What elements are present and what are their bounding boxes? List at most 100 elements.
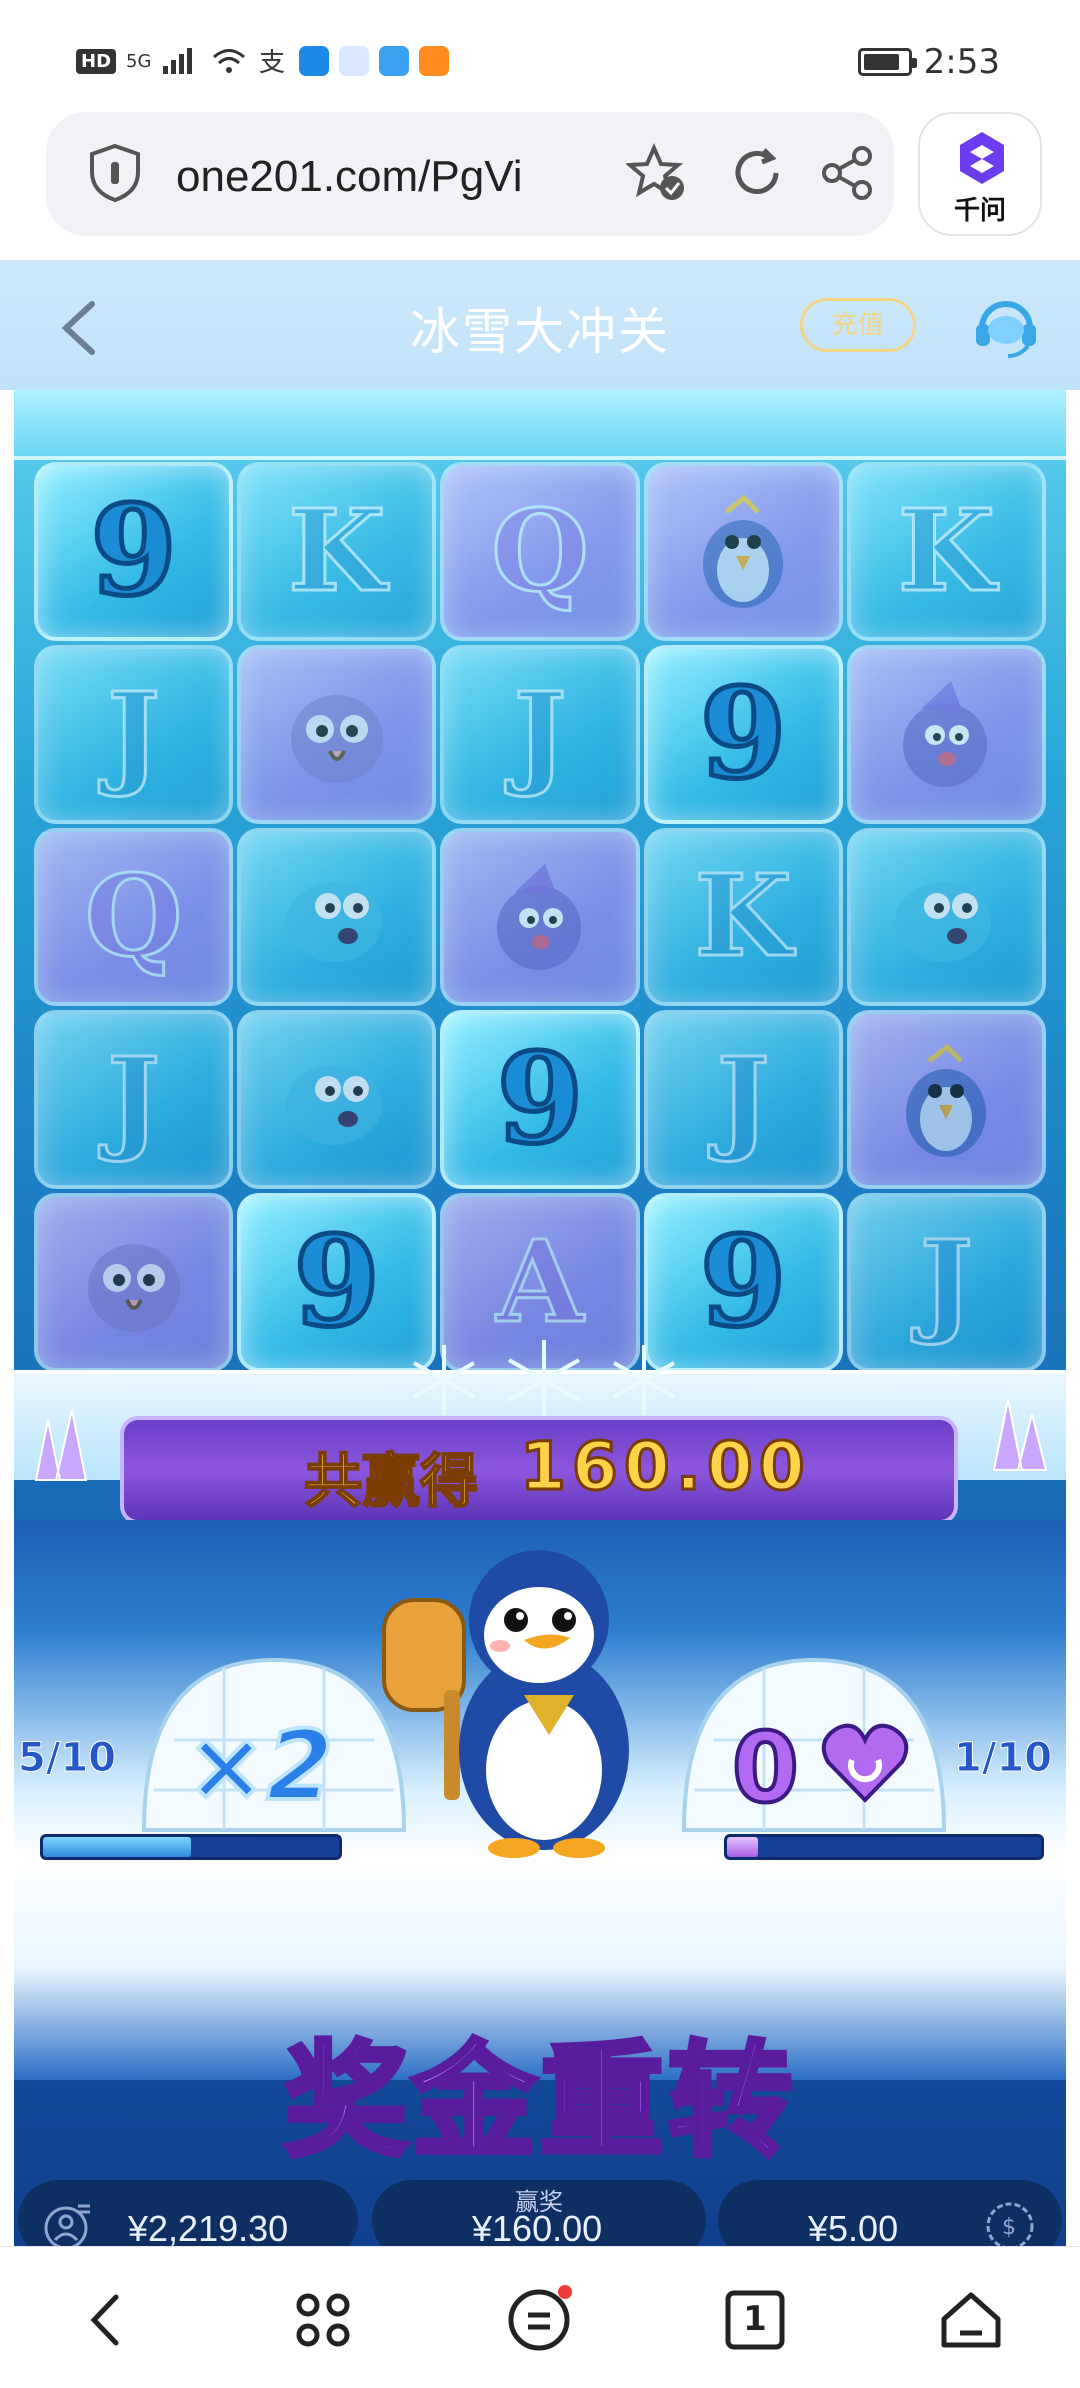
game-canvas[interactable]: 9KQKJJ9QKJ9J9A9J 共赢得 160.00 5/10 ×2 0 1/… <box>14 390 1066 2246</box>
multiplier-progress-label: 5/10 <box>17 1735 117 1782</box>
reel-tile <box>846 644 1046 824</box>
share-icon[interactable] <box>816 142 878 204</box>
pufferfish-symbol-icon <box>895 881 992 962</box>
battery-icon <box>857 48 917 76</box>
reel-tile: K <box>846 462 1046 641</box>
reel-symbol: K <box>693 850 793 984</box>
reel-tile <box>846 1010 1046 1190</box>
qianwen-icon <box>960 132 1004 184</box>
url-text[interactable]: one201.com/PgVi <box>176 152 596 202</box>
app-notification-icon <box>299 46 330 76</box>
account-icon[interactable] <box>42 2200 94 2246</box>
reel-tile <box>237 1010 437 1190</box>
notification-dot <box>558 2285 572 2299</box>
battery-level <box>863 54 900 70</box>
nav-back-icon[interactable] <box>72 2285 142 2355</box>
reel-symbol: J <box>106 1033 162 1167</box>
reel-tile: J <box>643 1010 843 1190</box>
reel-tile <box>440 827 640 1007</box>
penguin-chick-symbol-icon <box>906 1043 987 1157</box>
heart-progress-bar <box>724 1834 1044 1860</box>
status-bar: HD 5G 支 2:53 <box>0 0 1080 110</box>
win-pill: 赢奖 ¥160.00 <box>372 2180 706 2246</box>
total-win-label: 共赢得 <box>303 1446 479 1516</box>
pufferfish-symbol-icon <box>285 1064 382 1145</box>
game-header: 冰雪大冲关 充值 <box>0 260 1080 390</box>
reel-symbol: J <box>715 1033 771 1167</box>
bet-coin-icon[interactable]: $ <box>984 2200 1036 2246</box>
message-app-icon <box>379 46 410 76</box>
alipay-icon: 支 <box>259 48 285 76</box>
win-amount: ¥160.00 <box>472 2208 603 2246</box>
shield-icon[interactable] <box>86 142 144 204</box>
owl-symbol-icon <box>290 695 383 784</box>
nav-home-icon[interactable] <box>936 2285 1006 2355</box>
reel-tile: J <box>34 1010 234 1190</box>
penguin-mascot-icon <box>382 1550 629 1858</box>
page: HD 5G 支 2:53 one201.com/PgVi 千问 冰雪大冲关 充值 <box>0 0 1080 2388</box>
svg-text:支: 支 <box>259 48 285 76</box>
multiplier-progress-fill <box>43 1837 191 1857</box>
reel-grid: 9KQKJJ9QKJ9J9A9J <box>34 462 1046 1372</box>
reel-tile <box>846 827 1046 1007</box>
puffin-symbol-icon <box>903 681 988 788</box>
reel-tile: J <box>440 644 640 824</box>
heart-counter-value: 0 <box>730 1710 801 1826</box>
reel-tile <box>643 462 843 641</box>
penguin-chick-symbol-icon <box>703 495 784 609</box>
recharge-button[interactable]: 充值 <box>800 298 916 352</box>
reel-tile: 9 <box>643 644 843 824</box>
ice-ledge <box>14 390 1066 460</box>
svg-text:$: $ <box>1002 2215 1016 2240</box>
reel-tile: J <box>846 1193 1046 1372</box>
reel-tile: K <box>643 827 843 1007</box>
total-win-banner: 共赢得 160.00 <box>124 1420 954 1520</box>
nav-apps-icon[interactable] <box>288 2285 358 2355</box>
chat-app-icon <box>339 46 370 76</box>
reel-symbol: K <box>287 484 387 618</box>
nav-tabs-button[interactable]: 1 <box>720 2285 790 2355</box>
heart-icon <box>821 1723 909 1803</box>
snowflake-decoration-icon <box>413 1340 675 1420</box>
signal-icon <box>163 48 193 74</box>
browser-bottom-nav: 1 <box>0 2246 1080 2388</box>
customer-service-icon[interactable] <box>970 290 1042 362</box>
qianwen-label: 千问 <box>953 196 1006 226</box>
address-bar[interactable]: one201.com/PgVi <box>46 112 894 236</box>
reel-symbol: A <box>495 1216 585 1350</box>
status-right: 2:53 <box>857 42 1000 82</box>
balance-pill[interactable]: ¥2,219.30 <box>18 2180 358 2246</box>
qianwen-button[interactable]: 千问 <box>918 112 1042 236</box>
heart-progress-fill <box>727 1837 759 1857</box>
clock: 2:53 <box>923 42 1000 82</box>
reel-tile <box>237 644 437 824</box>
reel-symbol: J <box>106 667 162 801</box>
reel-tile: K <box>237 462 437 641</box>
video-app-icon <box>419 46 450 76</box>
reel-symbol: 9 <box>88 476 179 626</box>
reload-icon[interactable] <box>726 142 788 204</box>
owl-symbol-icon <box>87 1243 180 1332</box>
igloo-right-icon <box>681 1657 947 1832</box>
bonus-respin-title: 奖金重转 <box>281 2028 796 2177</box>
game-title: 冰雪大冲关 <box>410 303 670 361</box>
bookmark-star-icon[interactable] <box>626 142 688 204</box>
bet-amount: ¥5.00 <box>808 2208 899 2246</box>
multiplier-value: ×2 <box>184 1708 335 1824</box>
reel-symbol: 9 <box>698 1208 789 1358</box>
network-label: 5G <box>126 50 152 72</box>
pufferfish-symbol-icon <box>285 881 382 962</box>
balance-amount: ¥2,219.30 <box>128 2208 289 2246</box>
status-left: HD 5G 支 <box>76 46 450 76</box>
reel-symbol: Q <box>490 484 591 618</box>
reel-symbol: 9 <box>698 659 789 809</box>
bet-pill[interactable]: ¥5.00 $ <box>718 2180 1062 2246</box>
reel-symbol: 9 <box>291 1208 382 1358</box>
reel-symbol: 9 <box>494 1025 585 1175</box>
crystal-left-icon <box>34 1409 88 1481</box>
reel-tile <box>34 1193 234 1372</box>
puffin-symbol-icon <box>496 863 581 970</box>
reel-symbol: Q <box>83 850 184 984</box>
wifi-icon <box>213 49 246 73</box>
nav-menu-button[interactable] <box>504 2285 574 2355</box>
